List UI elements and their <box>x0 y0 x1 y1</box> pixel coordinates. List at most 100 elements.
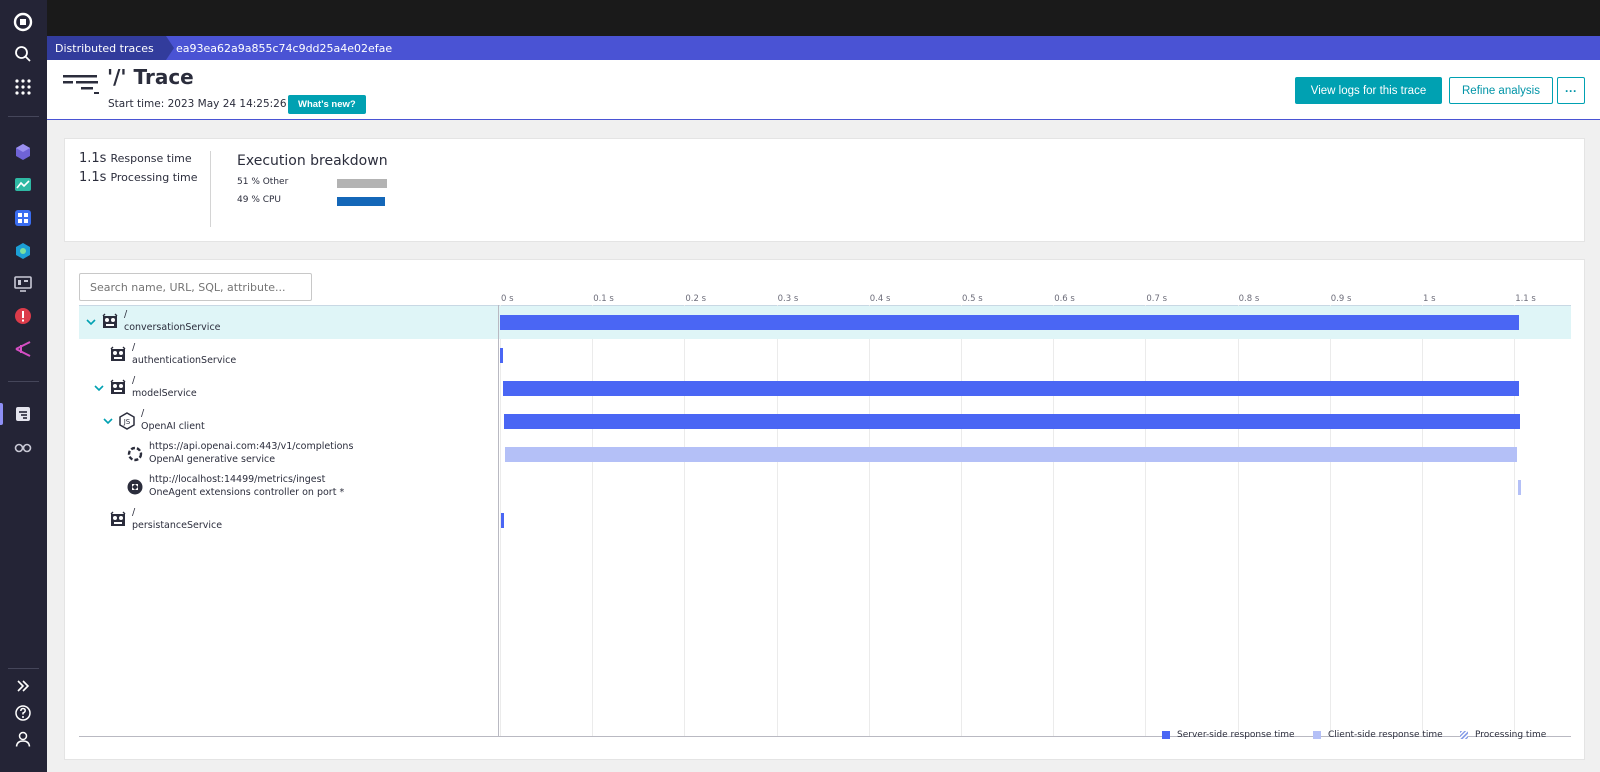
view-logs-button[interactable]: View logs for this trace <box>1295 77 1442 104</box>
apps-grid-icon[interactable] <box>13 77 33 97</box>
summary-divider <box>210 151 211 227</box>
span-row[interactable]: http://localhost:14499/metrics/ingest One… <box>79 471 1571 504</box>
help-icon[interactable] <box>13 703 33 723</box>
user-account-icon[interactable] <box>13 729 33 749</box>
span-name: http://localhost:14499/metrics/ingest <box>149 474 326 485</box>
timeline-tick-label: 0.9 s <box>1330 294 1352 304</box>
legend-server-label: Server-side response time <box>1177 730 1295 740</box>
server-service-icon <box>101 313 119 331</box>
span-row[interactable]: / conversationService <box>79 306 1571 339</box>
expand-sidebar-icon[interactable] <box>13 676 33 696</box>
span-row[interactable]: / authenticationService <box>79 339 1571 372</box>
server-service-icon <box>109 511 127 529</box>
breakdown-cpu-bar[interactable] <box>337 197 386 206</box>
binoculars-icon[interactable] <box>13 437 33 457</box>
left-navigation-rail <box>0 0 47 772</box>
span-duration-bar[interactable] <box>500 348 503 363</box>
dynatrace-logo-icon[interactable] <box>13 12 33 32</box>
timeline-tick-label: 1 s <box>1423 294 1436 304</box>
legend-processing-label: Processing time <box>1475 730 1547 740</box>
services-hexagon-icon[interactable] <box>13 241 33 261</box>
span-service: modelService <box>132 388 197 399</box>
span-duration-bar[interactable] <box>500 513 504 528</box>
span-service: persistanceService <box>132 520 223 531</box>
monitor-icon[interactable] <box>13 274 33 294</box>
top-bar <box>47 0 1600 36</box>
node-service-icon: JS <box>118 412 136 430</box>
execution-breakdown-title: Execution breakdown <box>237 153 388 169</box>
span-row[interactable]: / modelService <box>79 372 1571 405</box>
apps-blue-icon[interactable] <box>13 208 33 228</box>
infrastructure-cube-icon[interactable] <box>13 142 33 162</box>
timeline-tick-label: 1.1 s <box>1515 294 1536 304</box>
trace-waterfall-card: 0 s 0.1 s 0.2 s 0.3 s 0.4 s 0.5 s 0.6 s 0.7 s 0.… <box>64 259 1585 760</box>
span-name: / <box>132 342 136 353</box>
processing-time-label: Processing time <box>110 171 198 184</box>
timeline-tick-label: 0.2 s <box>685 294 707 304</box>
timeline-tick-label: 0.5 s <box>962 294 983 304</box>
breakdown-other-label: 51 % Other <box>237 177 289 187</box>
span-name: / <box>132 375 136 386</box>
chevron-down-icon[interactable] <box>86 318 96 326</box>
span-name: / <box>124 309 128 320</box>
more-actions-button[interactable]: ··· <box>1557 77 1585 104</box>
summary-card: 1.1s Response time 1.1s Processing time Ex… <box>64 138 1585 242</box>
oneagent-service-icon <box>126 478 144 496</box>
breadcrumb: Distributed traces ea93ea62a9a855c74c9dd… <box>47 36 1600 60</box>
span-name: / <box>141 408 145 419</box>
ai-service-icon <box>126 445 144 463</box>
timeline-tick-label: 0.6 s <box>1054 294 1075 304</box>
legend-client-side: Client-side response time <box>1313 730 1443 740</box>
span-row[interactable]: JS / OpenAI client <box>79 405 1571 438</box>
breadcrumb-distributed-traces[interactable]: Distributed traces <box>47 36 174 60</box>
chevron-down-icon[interactable] <box>94 384 104 392</box>
legend-server-side: Server-side response time <box>1162 730 1295 740</box>
processing-time-value: 1.1s <box>79 170 107 185</box>
page-header: '/' Trace Start time: 2023 May 24 14:25:… <box>47 60 1600 120</box>
span-duration-bar[interactable] <box>503 414 1520 429</box>
svg-text:JS: JS <box>123 418 131 426</box>
span-duration-bar[interactable] <box>1517 480 1521 495</box>
span-service: OneAgent extensions controller on port * <box>149 487 345 498</box>
timeline-tick-label: 0.3 s <box>777 294 799 304</box>
page-title: '/' Trace <box>107 65 194 89</box>
span-service: conversationService <box>124 322 221 333</box>
response-time-metric: 1.1s Response time <box>79 151 192 166</box>
breakdown-other-bar[interactable] <box>337 179 387 188</box>
timeline-tick-label: 0.8 s <box>1238 294 1260 304</box>
legend-client-swatch <box>1313 731 1321 739</box>
dashboard-chart-icon[interactable] <box>13 175 33 195</box>
search-icon[interactable] <box>13 44 33 64</box>
whats-new-button[interactable]: What's new? <box>288 95 366 114</box>
search-input[interactable] <box>79 273 312 301</box>
workflows-icon[interactable] <box>13 339 33 359</box>
span-duration-bar[interactable] <box>502 381 1519 396</box>
timeline-tick-label: 0.4 s <box>869 294 891 304</box>
span-row[interactable]: https://api.openai.com:443/v1/completion… <box>79 438 1571 471</box>
waterfall: 0 s 0.1 s 0.2 s 0.3 s 0.4 s 0.5 s 0.6 s 0.7 s 0.… <box>79 294 1571 737</box>
server-service-icon <box>109 346 127 364</box>
server-service-icon <box>109 379 127 397</box>
breadcrumb-trace-id: ea93ea62a9a855c74c9dd25a4e02efae <box>176 41 393 55</box>
breakdown-cpu-label: 49 % CPU <box>237 195 282 205</box>
distributed-traces-icon[interactable] <box>13 404 33 424</box>
legend-processing: Processing time <box>1460 730 1546 740</box>
span-name: https://api.openai.com:443/v1/completion… <box>149 441 354 452</box>
processing-time-metric: 1.1s Processing time <box>79 170 198 185</box>
span-row[interactable]: / persistanceService <box>79 504 1571 537</box>
span-service: OpenAI client <box>141 421 205 432</box>
timeline-tick-label: 0.1 s <box>593 294 614 304</box>
response-time-label: Response time <box>110 152 192 165</box>
active-app-indicator <box>0 403 3 425</box>
span-duration-bar[interactable] <box>504 447 1517 462</box>
span-duration-bar[interactable] <box>500 315 1519 330</box>
legend-client-label: Client-side response time <box>1328 730 1443 740</box>
column-divider <box>498 305 499 737</box>
legend-processing-swatch <box>1460 731 1468 739</box>
problems-alert-icon[interactable] <box>13 306 33 326</box>
refine-analysis-button[interactable]: Refine analysis <box>1449 77 1553 104</box>
timeline-tick-label: 0 s <box>501 294 514 304</box>
start-time: Start time: 2023 May 24 14:25:26 <box>108 98 287 110</box>
chevron-down-icon[interactable] <box>103 417 113 425</box>
response-time-value: 1.1s <box>79 151 107 166</box>
